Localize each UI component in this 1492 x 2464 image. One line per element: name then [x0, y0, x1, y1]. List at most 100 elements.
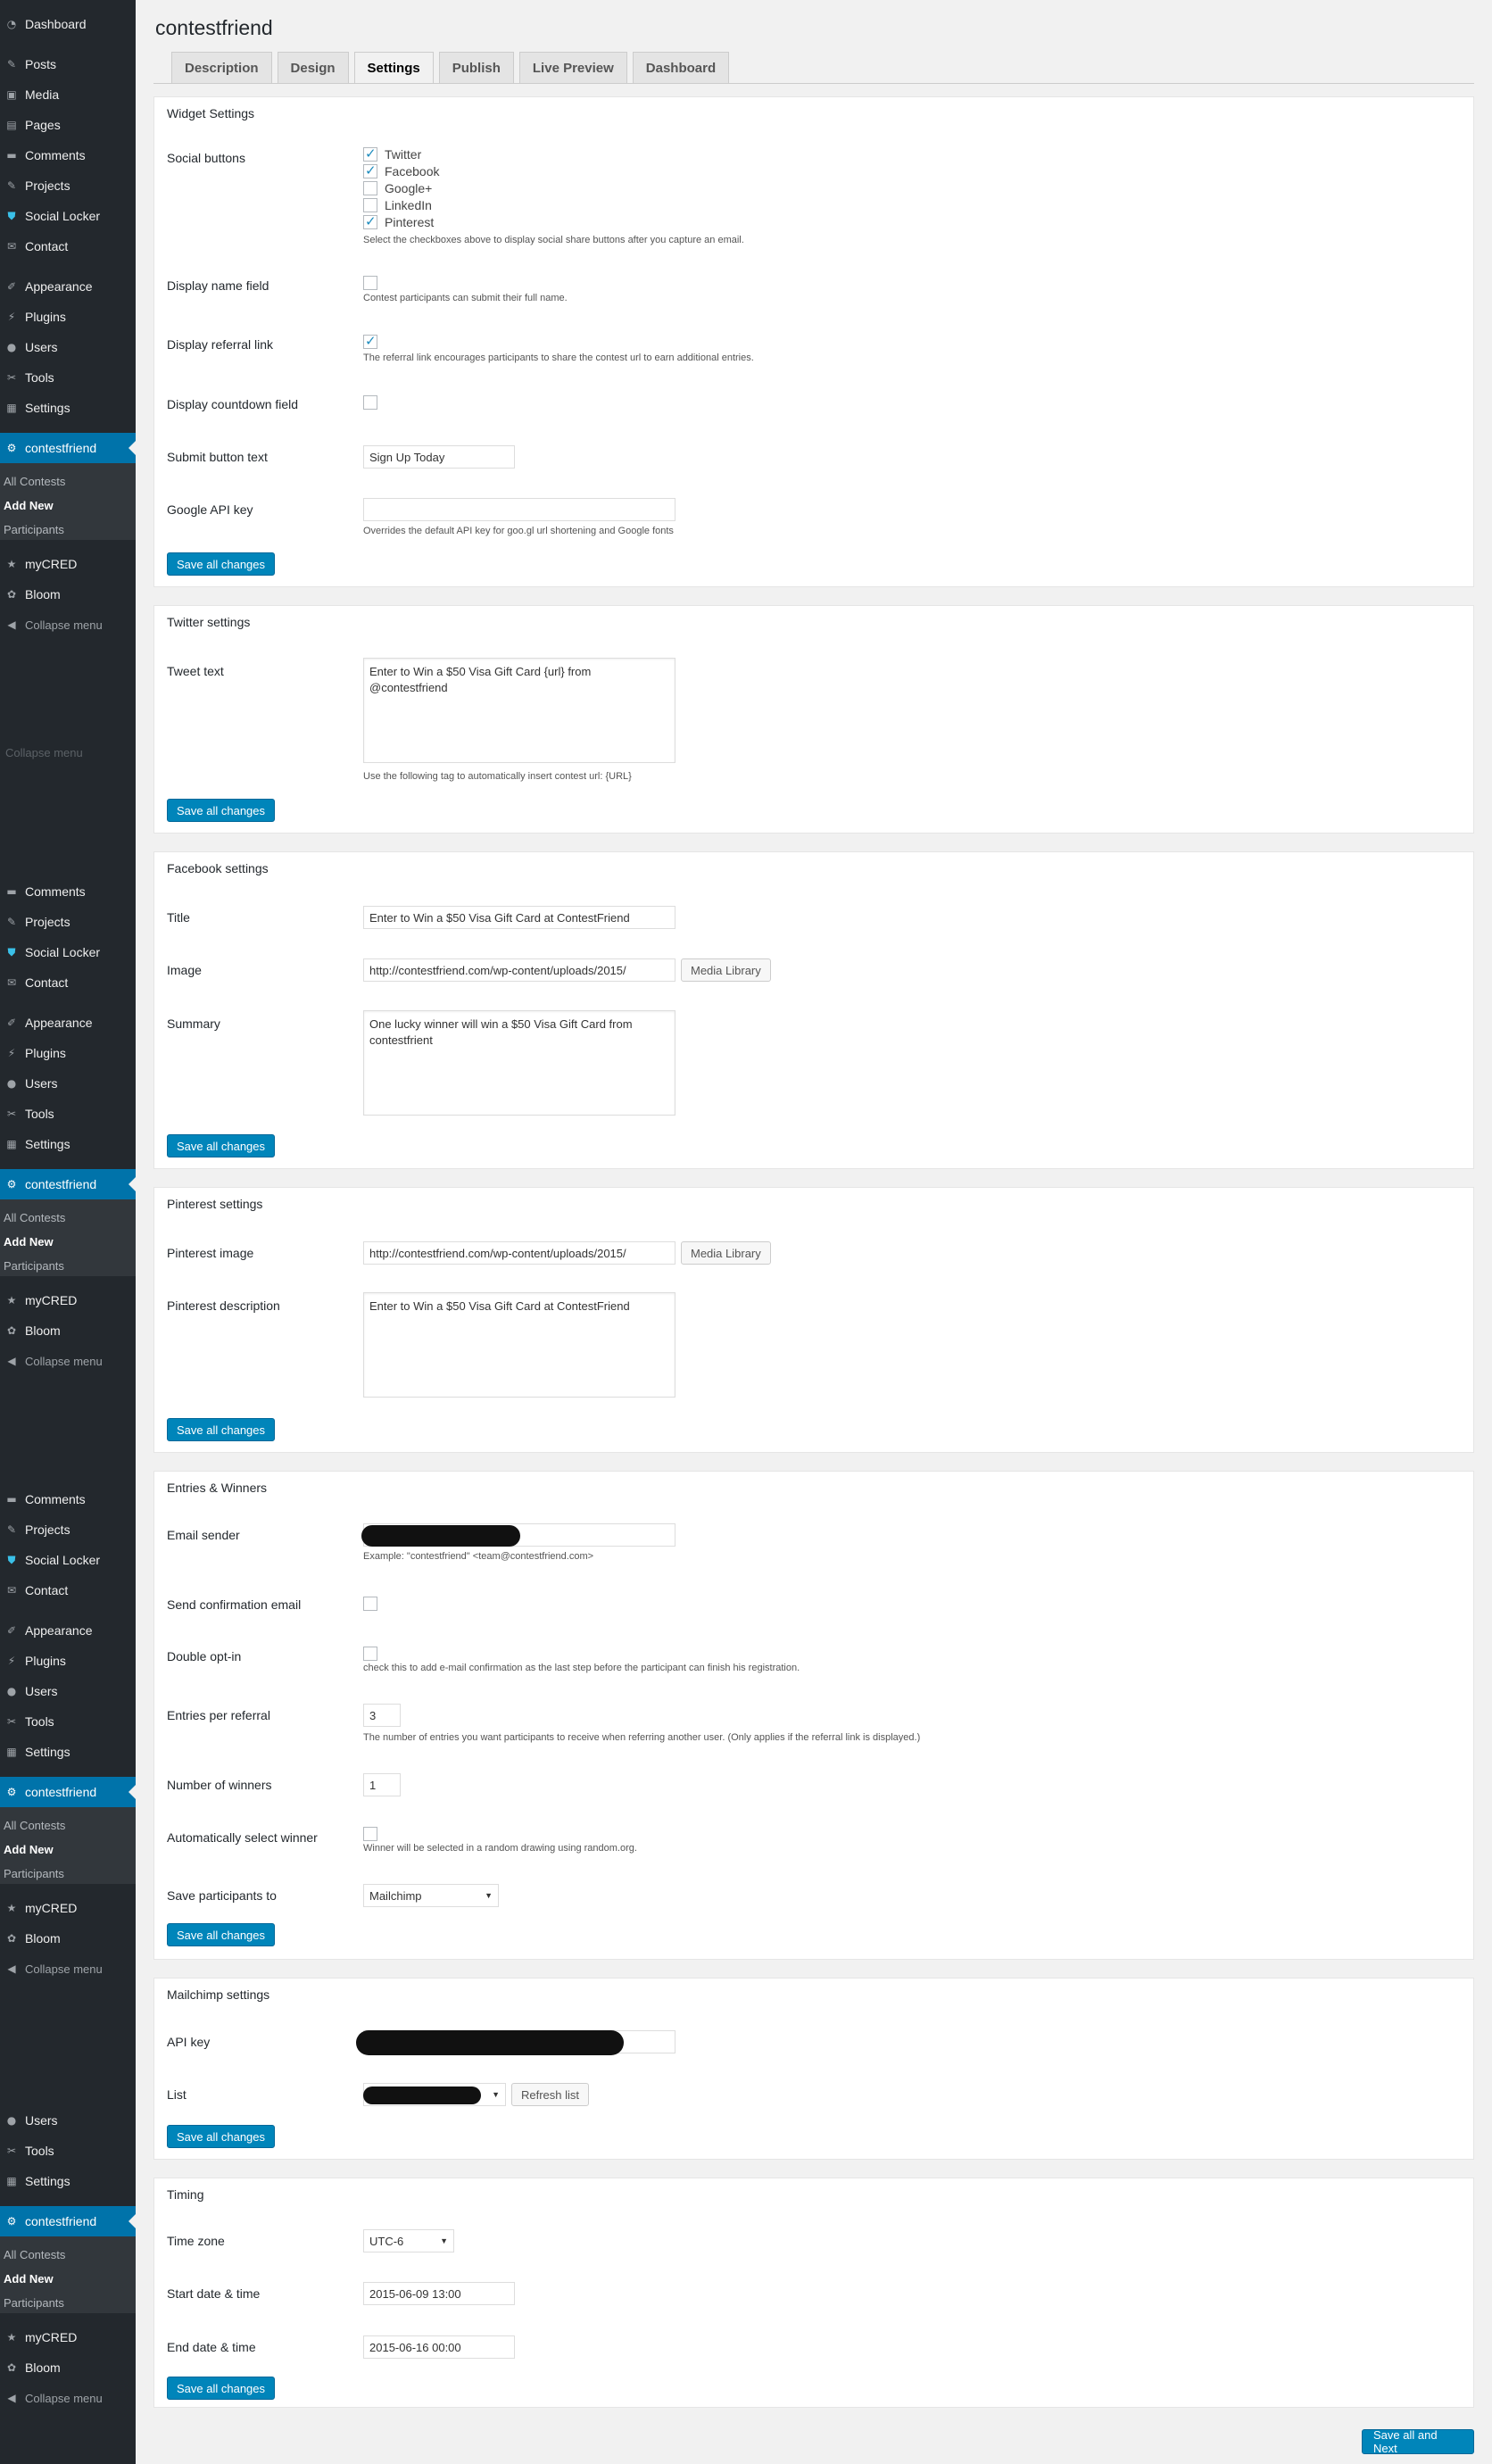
facebook-checkbox-row[interactable]: Facebook	[363, 162, 439, 178]
menu-mycred[interactable]: ★ myCRED	[0, 551, 136, 577]
fb-summary-textarea[interactable]: One lucky winner will win a $50 Visa Gif…	[363, 1010, 676, 1116]
twitter-checkbox-row[interactable]: Twitter	[363, 145, 421, 162]
google-plus-checkbox[interactable]	[363, 181, 377, 195]
menu-dashboard[interactable]: ◔ Dashboard	[0, 11, 136, 37]
tab-live-preview[interactable]: Live Preview	[518, 52, 627, 84]
menu-pages[interactable]: ▤ Pages	[0, 112, 136, 138]
pinterest-desc-textarea[interactable]: Enter to Win a $50 Visa Gift Card at Con…	[363, 1292, 676, 1398]
menu-contestfriend[interactable]: ⚙ contestfriend	[0, 433, 136, 463]
menu-users[interactable]: ● Users	[0, 2107, 136, 2134]
menu-appearance[interactable]: ✐ Appearance	[0, 1009, 136, 1036]
menu-comments[interactable]: ▬ Comments	[0, 1486, 136, 1513]
collapse-menu[interactable]: ◀ Collapse menu	[0, 1955, 136, 1982]
refresh-list-button[interactable]: Refresh list	[511, 2083, 590, 2106]
collapse-menu[interactable]: ◀ Collapse menu	[0, 2385, 136, 2411]
menu-projects[interactable]: ✎ Projects	[0, 908, 136, 935]
tweet-textarea[interactable]: Enter to Win a $50 Visa Gift Card {url} …	[363, 658, 676, 763]
facebook-checkbox[interactable]	[363, 162, 377, 178]
submenu-add-new[interactable]: Add New	[4, 499, 54, 512]
menu-bloom[interactable]: ✿ Bloom	[0, 2354, 136, 2381]
media-library-button[interactable]: Media Library	[681, 958, 771, 982]
submit-text-input[interactable]: Sign Up Today	[363, 445, 515, 469]
name-field-checkbox[interactable]	[363, 276, 377, 290]
menu-social-locker[interactable]: ⛊ Social Locker	[0, 203, 136, 229]
menu-bloom[interactable]: ✿ Bloom	[0, 1925, 136, 1952]
referral-checkbox[interactable]	[363, 333, 377, 349]
menu-mycred[interactable]: ★ myCRED	[0, 2324, 136, 2351]
menu-appearance[interactable]: ✐ Appearance	[0, 1617, 136, 1644]
save-button[interactable]: Save all changes	[167, 1418, 276, 1441]
countdown-checkbox[interactable]	[363, 395, 377, 410]
fb-title-input[interactable]: Enter to Win a $50 Visa Gift Card at Con…	[363, 906, 676, 929]
collapse-menu[interactable]: ◀ Collapse menu	[0, 611, 136, 638]
save-participants-select[interactable]: Mailchimp ▼	[363, 1884, 499, 1907]
entries-per-referral-input[interactable]: 3	[363, 1704, 401, 1727]
fb-image-input[interactable]: http://contestfriend.com/wp-content/uplo…	[363, 958, 676, 982]
submenu-all-contests[interactable]: All Contests	[4, 475, 65, 488]
collapse-menu[interactable]: ◀ Collapse menu	[0, 1348, 136, 1374]
linkedin-checkbox-row[interactable]: LinkedIn	[363, 198, 432, 212]
menu-users[interactable]: ● Users	[0, 334, 136, 361]
menu-social-locker[interactable]: ⛊ Social Locker	[0, 1547, 136, 1573]
number-of-winners-input[interactable]: 1	[363, 1773, 401, 1796]
linkedin-checkbox[interactable]	[363, 198, 377, 212]
submenu-participants[interactable]: Participants	[4, 523, 64, 536]
save-button[interactable]: Save all changes	[167, 2125, 276, 2148]
menu-bloom[interactable]: ✿ Bloom	[0, 581, 136, 608]
save-button[interactable]: Save all changes	[167, 1134, 276, 1157]
submenu-all-contests[interactable]: All Contests	[4, 1211, 65, 1224]
menu-tools[interactable]: ✂ Tools	[0, 2137, 136, 2164]
save-button[interactable]: Save all changes	[167, 552, 276, 576]
menu-posts[interactable]: ✎ Posts	[0, 51, 136, 78]
menu-tools[interactable]: ✂ Tools	[0, 364, 136, 391]
menu-comments[interactable]: ▬ Comments	[0, 878, 136, 905]
menu-comments[interactable]: ▬ Comments	[0, 142, 136, 169]
save-and-next-button[interactable]: Save all and Next	[1362, 2428, 1474, 2455]
submenu-all-contests[interactable]: All Contests	[4, 2248, 65, 2261]
menu-contact[interactable]: ✉ Contact	[0, 969, 136, 996]
confirm-email-checkbox-wrap[interactable]	[363, 1597, 377, 1614]
submenu-participants[interactable]: Participants	[4, 2296, 64, 2310]
menu-appearance[interactable]: ✐ Appearance	[0, 273, 136, 300]
menu-users[interactable]: ● Users	[0, 1070, 136, 1097]
double-optin-checkbox-wrap[interactable]	[363, 1647, 377, 1663]
start-date-input[interactable]: 2015-06-09 13:00	[363, 2282, 515, 2305]
countdown-checkbox-wrap[interactable]	[363, 395, 377, 412]
menu-settings[interactable]: ▦ Settings	[0, 2168, 136, 2194]
google-api-input[interactable]	[363, 498, 676, 521]
submenu-participants[interactable]: Participants	[4, 1867, 64, 1880]
menu-users[interactable]: ● Users	[0, 1678, 136, 1705]
menu-settings[interactable]: ▦ Settings	[0, 1131, 136, 1157]
pinterest-checkbox-row[interactable]: Pinterest	[363, 213, 434, 229]
submenu-add-new[interactable]: Add New	[4, 1843, 54, 1856]
menu-tools[interactable]: ✂ Tools	[0, 1100, 136, 1127]
auto-select-checkbox[interactable]	[363, 1827, 377, 1841]
tab-settings[interactable]: Settings	[353, 52, 434, 84]
menu-contestfriend[interactable]: ⚙ contestfriend	[0, 1169, 136, 1199]
time-zone-select[interactable]: UTC-6 ▼	[363, 2229, 454, 2252]
menu-settings[interactable]: ▦ Settings	[0, 1738, 136, 1765]
twitter-checkbox[interactable]	[363, 145, 377, 162]
submenu-participants[interactable]: Participants	[4, 1259, 64, 1273]
menu-media[interactable]: ▣ Media	[0, 81, 136, 108]
save-button[interactable]: Save all changes	[167, 2377, 276, 2400]
menu-social-locker[interactable]: ⛊ Social Locker	[0, 939, 136, 966]
save-button[interactable]: Save all changes	[167, 799, 276, 822]
menu-contestfriend[interactable]: ⚙ contestfriend	[0, 2206, 136, 2236]
tab-publish[interactable]: Publish	[438, 52, 514, 84]
google-plus-checkbox-row[interactable]: Google+	[363, 181, 432, 195]
confirm-email-checkbox[interactable]	[363, 1597, 377, 1611]
end-date-input[interactable]: 2015-06-16 00:00	[363, 2335, 515, 2359]
menu-contact[interactable]: ✉ Contact	[0, 233, 136, 260]
menu-contestfriend[interactable]: ⚙ contestfriend	[0, 1777, 136, 1807]
menu-plugins[interactable]: ⚡ Plugins	[0, 1647, 136, 1674]
pinterest-checkbox[interactable]	[363, 213, 377, 229]
tab-design[interactable]: Design	[277, 52, 349, 84]
auto-select-checkbox-wrap[interactable]	[363, 1827, 377, 1844]
referral-checkbox-wrap[interactable]	[363, 333, 377, 352]
tab-description[interactable]: Description	[171, 52, 272, 84]
save-button[interactable]: Save all changes	[167, 1923, 276, 1946]
submenu-add-new[interactable]: Add New	[4, 1235, 54, 1249]
menu-bloom[interactable]: ✿ Bloom	[0, 1317, 136, 1344]
pinterest-image-input[interactable]: http://contestfriend.com/wp-content/uplo…	[363, 1241, 676, 1265]
